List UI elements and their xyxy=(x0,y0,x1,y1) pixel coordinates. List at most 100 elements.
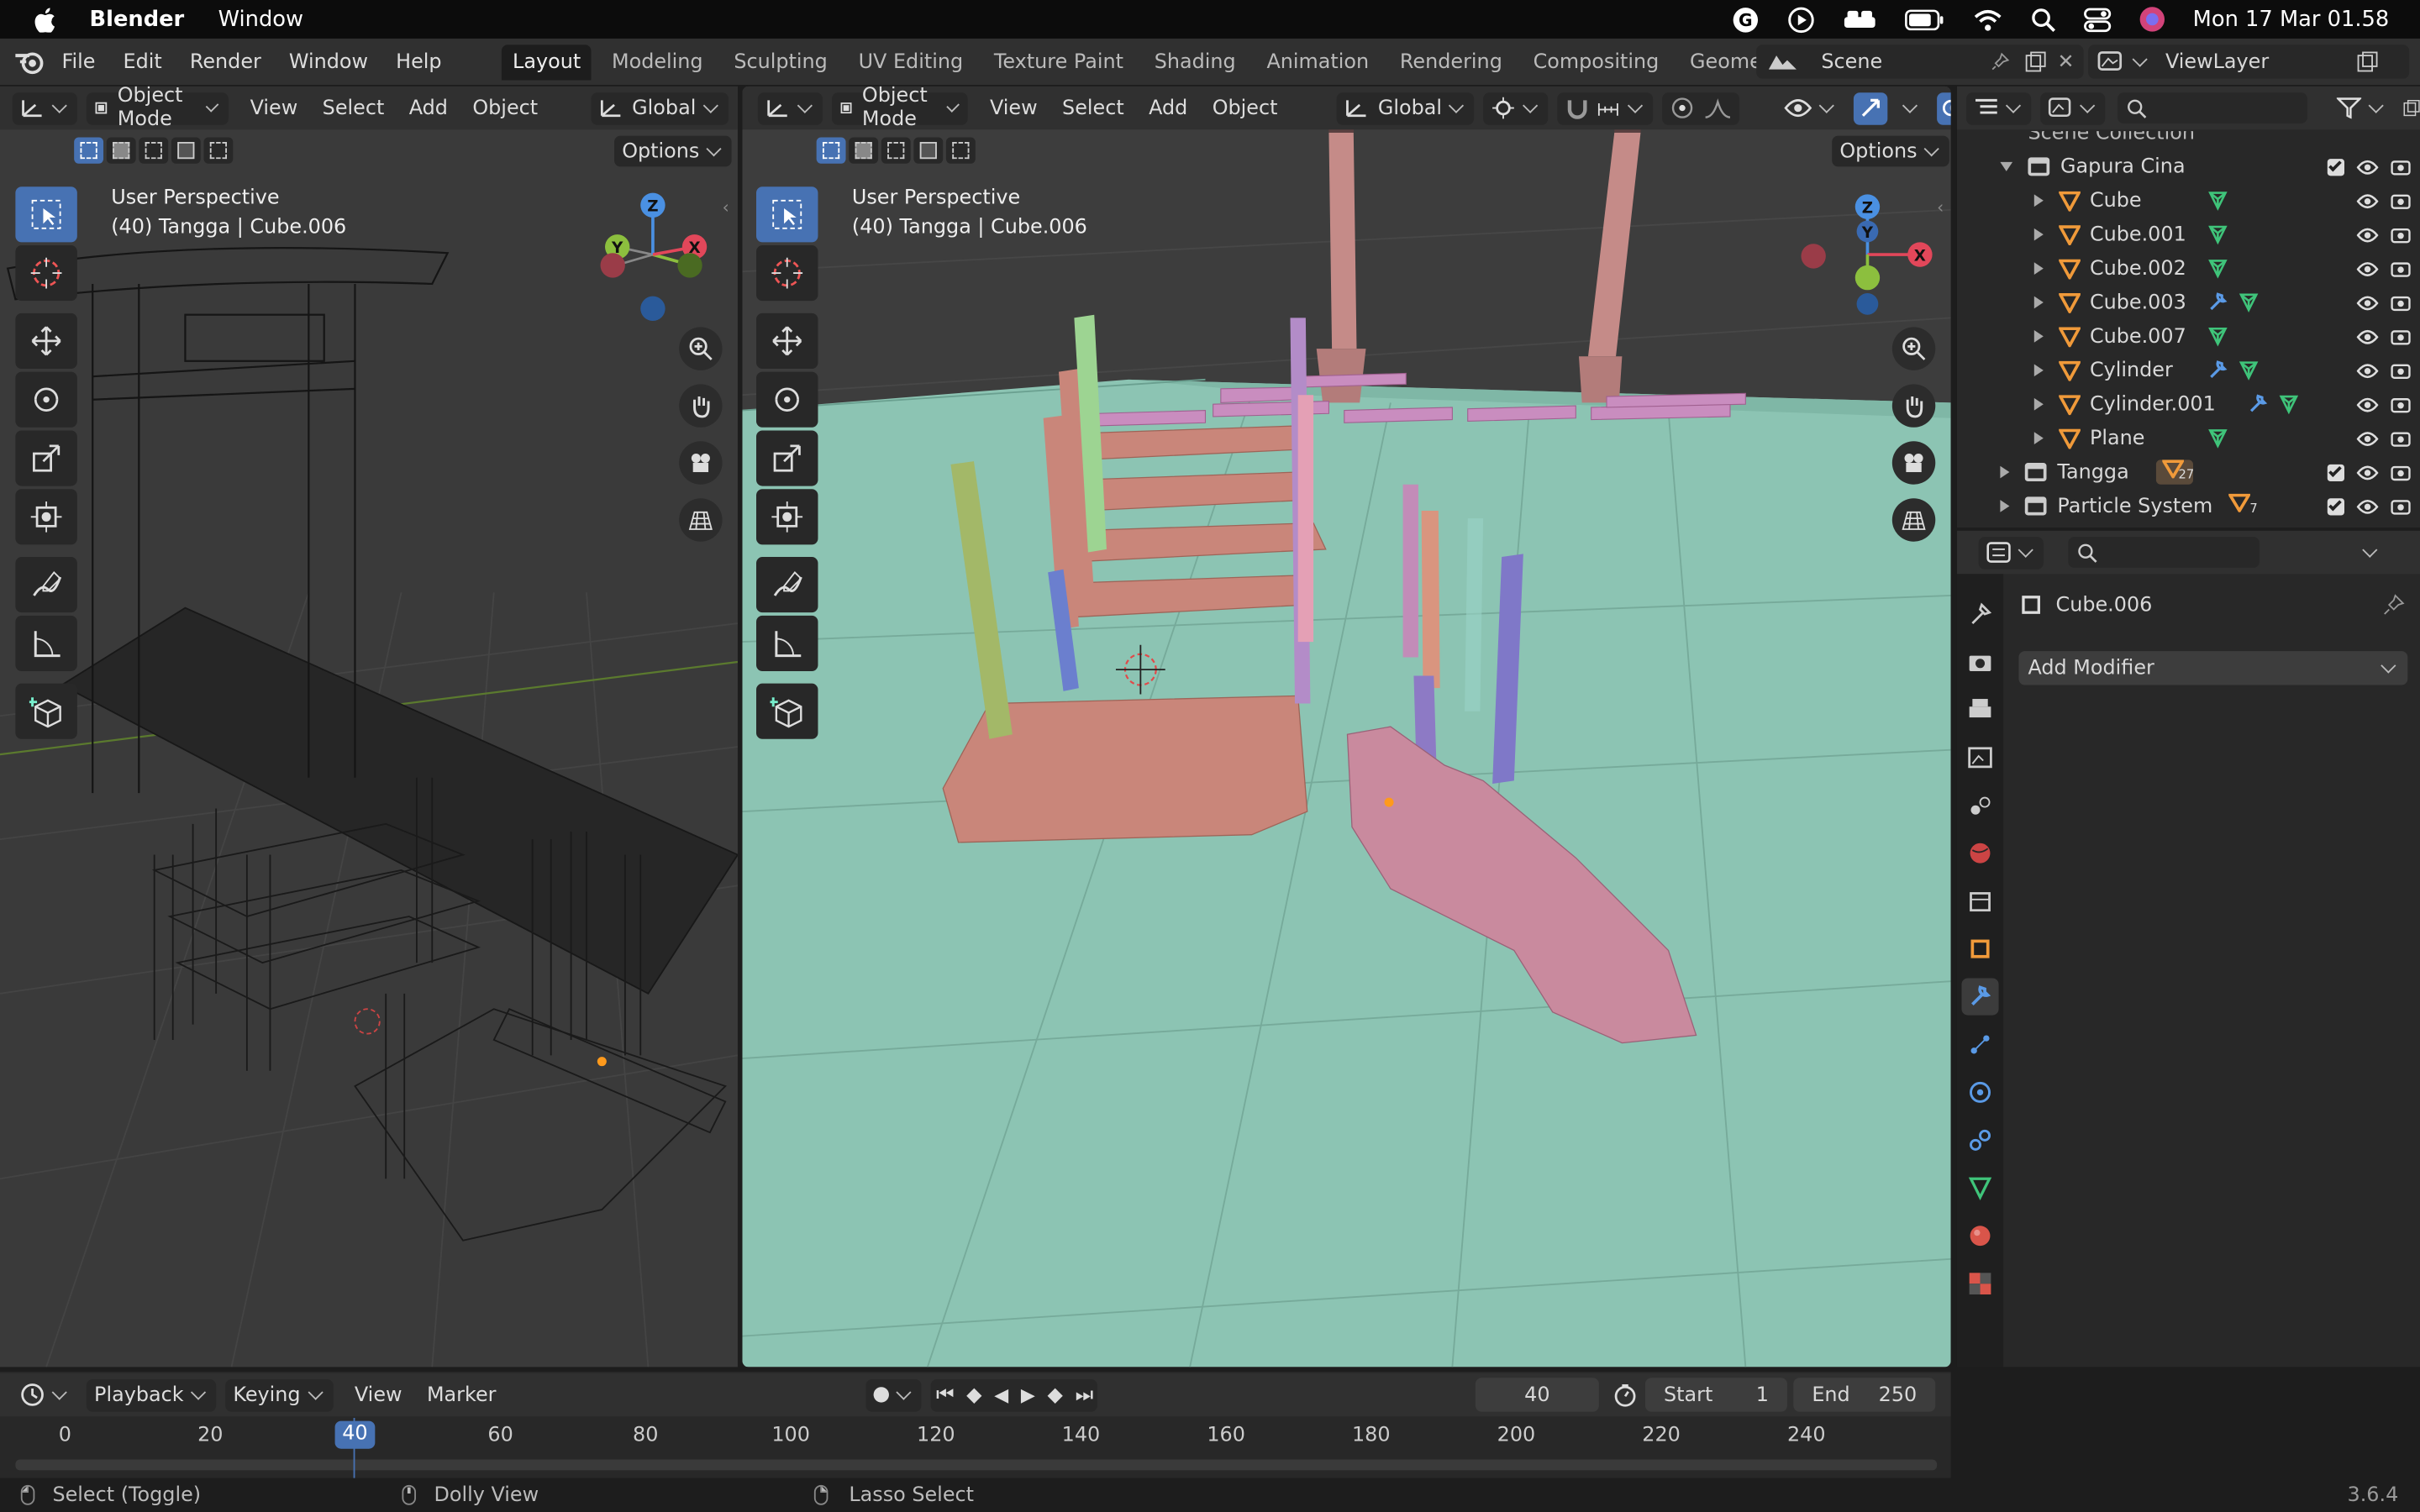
properties-editor-type[interactable] xyxy=(1978,536,2044,569)
jump-end-icon[interactable]: ⏭ xyxy=(1076,1383,1093,1407)
play-reverse-icon[interactable]: ◀ xyxy=(994,1384,1008,1406)
mesh-data-icon[interactable] xyxy=(2207,190,2229,212)
checkbox-icon[interactable] xyxy=(2327,463,2345,481)
viewlayer-selector[interactable]: ViewLayer xyxy=(2088,45,2410,79)
modifier-tab-icon[interactable] xyxy=(1961,978,1999,1016)
collection-tangga[interactable]: Tangga 27 xyxy=(1957,455,2420,489)
tab-texture-paint[interactable]: Texture Paint xyxy=(983,44,1134,79)
end-frame-field[interactable]: End 250 xyxy=(1793,1378,1936,1412)
options-dropdown[interactable]: Options xyxy=(614,135,732,167)
add-cube-tool[interactable] xyxy=(15,683,77,739)
move-tool[interactable] xyxy=(756,312,818,369)
expand-arrow-icon[interactable] xyxy=(2033,397,2044,411)
outliner-item-cube-001[interactable]: Cube.001 xyxy=(1957,218,2420,251)
menu-file[interactable]: File xyxy=(48,50,109,74)
expand-arrow-icon[interactable] xyxy=(2033,194,2044,207)
playhead-marker[interactable]: 40 xyxy=(334,1420,376,1449)
properties-search[interactable] xyxy=(2068,537,2260,568)
outliner-item-cube-007[interactable]: Cube.007 xyxy=(1957,319,2420,353)
physics-tab-icon[interactable] xyxy=(1961,1074,1998,1110)
menu-view[interactable]: View xyxy=(342,1383,414,1407)
tab-uv-editing[interactable]: UV Editing xyxy=(848,44,974,79)
rotate-tool[interactable] xyxy=(756,371,818,428)
menu-view[interactable]: View xyxy=(977,97,1050,120)
expand-arrow-icon[interactable] xyxy=(2000,500,2010,512)
display-mode-dropdown[interactable] xyxy=(2040,92,2106,124)
mesh-data-icon[interactable] xyxy=(2207,428,2229,449)
new-viewlayer-icon[interactable] xyxy=(2357,51,2379,73)
ortho-grid-icon[interactable] xyxy=(679,498,723,542)
play-circle-icon[interactable] xyxy=(1787,5,1815,33)
camera-icon[interactable] xyxy=(2391,260,2411,278)
timeline-editor-type[interactable] xyxy=(13,1378,77,1411)
menu-render[interactable]: Render xyxy=(176,50,275,74)
outliner-item-cylinder[interactable]: Cylinder xyxy=(1957,354,2420,387)
wifi-icon[interactable] xyxy=(1972,7,2003,31)
texture-tab-icon[interactable] xyxy=(1961,1265,1998,1302)
grammarly-icon[interactable]: G xyxy=(1731,5,1759,33)
stopwatch-icon[interactable] xyxy=(1612,1383,1637,1407)
particles-tab-icon[interactable] xyxy=(1961,1026,1998,1063)
eye-icon[interactable] xyxy=(2356,464,2379,480)
camera-icon[interactable] xyxy=(2391,429,2411,448)
wrench-icon[interactable] xyxy=(2207,291,2229,313)
add-modifier-dropdown[interactable]: Add Modifier xyxy=(2018,651,2408,685)
orientation-dropdown[interactable]: Global xyxy=(590,92,729,124)
apple-icon[interactable] xyxy=(34,7,55,32)
eye-icon[interactable] xyxy=(2356,192,2379,209)
visibility-dropdown[interactable] xyxy=(1777,92,1845,124)
menu-add[interactable]: Add xyxy=(1136,97,1200,120)
select-new-icon[interactable] xyxy=(816,137,846,164)
select-invert-icon[interactable] xyxy=(171,137,201,164)
tab-rendering[interactable]: Rendering xyxy=(1389,44,1513,79)
data-tab-icon[interactable] xyxy=(1961,1169,1998,1206)
cursor-tool[interactable] xyxy=(756,245,818,302)
select-box-tool[interactable] xyxy=(756,186,818,243)
start-frame-field[interactable]: Start 1 xyxy=(1644,1378,1787,1412)
expand-arrow-icon[interactable] xyxy=(2033,364,2044,377)
measure-tool[interactable] xyxy=(756,615,818,671)
eye-icon[interactable] xyxy=(2356,362,2379,379)
ortho-grid-icon[interactable] xyxy=(1891,498,1936,542)
rotate-tool[interactable] xyxy=(15,371,77,428)
mesh-data-icon[interactable] xyxy=(2207,326,2229,348)
tab-compositing[interactable]: Compositing xyxy=(1523,44,1670,79)
filter-dropdown[interactable] xyxy=(2328,92,2393,124)
chevron-down-icon[interactable] xyxy=(2362,541,2378,557)
view-layer-tab-icon[interactable] xyxy=(1961,739,1998,776)
select-extend-icon[interactable] xyxy=(849,137,879,164)
new-collection-icon[interactable] xyxy=(2402,97,2420,119)
tool-tab-icon[interactable] xyxy=(1961,596,1998,633)
gizmo-toggle[interactable] xyxy=(1854,92,1888,124)
eye-icon[interactable] xyxy=(2356,294,2379,311)
viewport-right[interactable]: Object Mode View Select Add Object Globa… xyxy=(742,86,1951,1368)
outliner-item-cube-003[interactable]: Cube.003 xyxy=(1957,286,2420,319)
camera-icon[interactable] xyxy=(2391,361,2411,380)
zoom-icon[interactable] xyxy=(1891,327,1936,370)
expand-arrow-icon[interactable] xyxy=(2033,228,2044,241)
annotate-tool[interactable] xyxy=(15,557,77,613)
outliner-editor-type[interactable] xyxy=(1966,92,2032,124)
object-tab-icon[interactable] xyxy=(1961,931,1998,968)
menu-select[interactable]: Select xyxy=(310,97,397,120)
pin-icon[interactable] xyxy=(1991,52,2010,71)
pivot-dropdown[interactable] xyxy=(1483,92,1549,124)
collection-gapura-cina[interactable]: Gapura Cina xyxy=(1957,150,2420,183)
keying-menu[interactable]: Keying xyxy=(225,1378,334,1411)
menu-window[interactable]: Window xyxy=(275,50,381,74)
viewport-left[interactable]: Object Mode View Select Add Object Globa… xyxy=(0,86,738,1368)
tab-shading[interactable]: Shading xyxy=(1144,44,1247,79)
camera-icon[interactable] xyxy=(2391,463,2411,481)
collection-particle-system[interactable]: Particle System 7 xyxy=(1957,489,2420,522)
battery-icon[interactable] xyxy=(1904,8,1944,30)
app-name-menu[interactable]: Blender xyxy=(90,7,185,31)
outliner-item-plane[interactable]: Plane xyxy=(1957,421,2420,454)
proportional-edit-button[interactable] xyxy=(1662,92,1740,124)
camera-icon[interactable] xyxy=(2391,157,2411,176)
menu-help[interactable]: Help xyxy=(382,50,456,74)
camera-icon[interactable] xyxy=(2391,395,2411,413)
menu-add[interactable]: Add xyxy=(397,97,460,120)
select-invert-icon[interactable] xyxy=(913,137,944,164)
collapse-arrow-icon[interactable]: ‹ xyxy=(723,197,729,218)
camera-view-icon[interactable] xyxy=(1891,441,1936,485)
